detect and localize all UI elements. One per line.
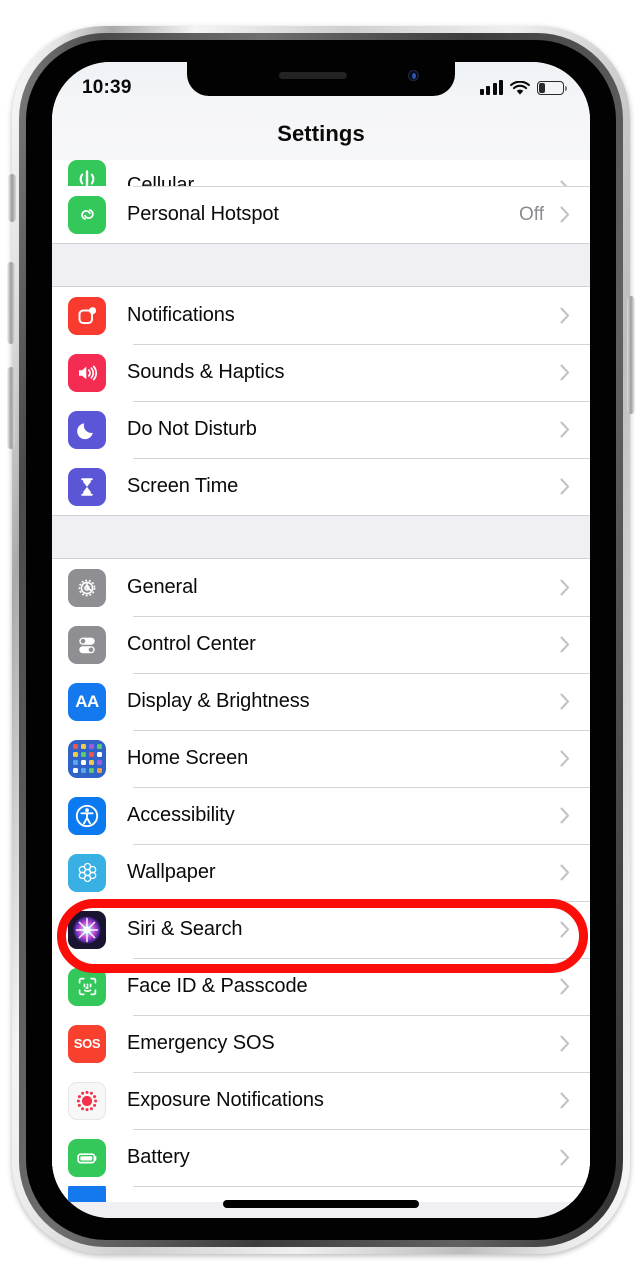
front-camera-icon — [408, 70, 419, 81]
aa-text-size-icon: AA — [68, 682, 106, 721]
chevron-right-icon — [554, 307, 576, 324]
settings-group-alerts: Notifications Sounds & Haptics Do Not Di… — [52, 287, 590, 515]
cellular-bars-icon — [479, 80, 503, 95]
settings-row-value: Off — [519, 203, 544, 225]
screenshot-root: 10:39 Settings Cellular Personal Hotspot… — [0, 0, 642, 1274]
toggles-icon — [68, 625, 106, 664]
chevron-right-icon — [554, 750, 576, 767]
settings-row-label: Exposure Notifications — [127, 1089, 324, 1111]
settings-row-label: Display & Brightness — [127, 690, 310, 712]
chevron-right-icon — [554, 921, 576, 938]
settings-row-label: Accessibility — [127, 804, 235, 826]
display-notch — [187, 62, 455, 96]
settings-row-notifications[interactable]: Notifications — [52, 287, 590, 344]
settings-row-home-screen[interactable]: Home Screen — [52, 730, 590, 787]
settings-list[interactable]: Cellular Personal Hotspot Off Notificati… — [52, 160, 590, 1218]
power-side-button[interactable] — [627, 296, 635, 414]
settings-row-screen-time[interactable]: Screen Time — [52, 458, 590, 515]
chevron-right-icon — [554, 978, 576, 995]
chevron-right-icon — [554, 1092, 576, 1109]
settings-row-sounds-haptics[interactable]: Sounds & Haptics — [52, 344, 590, 401]
settings-group-connectivity: Cellular Personal Hotspot Off — [52, 160, 590, 243]
settings-row-cellular[interactable]: Cellular — [52, 160, 590, 186]
accessibility-person-icon — [68, 796, 106, 835]
settings-row-label: Emergency SOS — [127, 1032, 275, 1054]
group-separator — [52, 515, 590, 559]
page-title: Settings — [277, 121, 365, 146]
settings-row-label: Control Center — [127, 633, 256, 655]
settings-row-label: Battery — [127, 1146, 190, 1168]
settings-row-control-center[interactable]: Control Center — [52, 616, 590, 673]
wifi-icon — [510, 80, 530, 95]
chevron-right-icon — [554, 807, 576, 824]
settings-group-system: General Control Center AA Display & Brig… — [52, 559, 590, 1202]
chevron-right-icon — [554, 1149, 576, 1166]
settings-row-face-id-passcode[interactable]: Face ID & Passcode — [52, 958, 590, 1015]
privacy-hand-icon — [68, 1186, 106, 1202]
settings-row-label: Cellular — [127, 174, 195, 186]
battery-icon — [537, 81, 567, 95]
chevron-right-icon — [554, 421, 576, 438]
earpiece-speaker — [278, 72, 347, 79]
settings-row-siri-search[interactable]: Siri & Search — [52, 901, 590, 958]
group-separator — [52, 243, 590, 287]
chevron-right-icon — [554, 864, 576, 881]
phone-screen: 10:39 Settings Cellular Personal Hotspot… — [52, 62, 590, 1218]
sos-glyph: SOS — [73, 1036, 101, 1051]
settings-row-do-not-disturb[interactable]: Do Not Disturb — [52, 401, 590, 458]
settings-row-emergency-sos[interactable]: SOS Emergency SOS — [52, 1015, 590, 1072]
navigation-bar: Settings — [52, 108, 590, 160]
settings-row-label: Face ID & Passcode — [127, 975, 308, 997]
chevron-right-icon — [554, 1035, 576, 1052]
chevron-right-icon — [554, 478, 576, 495]
settings-row-accessibility[interactable]: Accessibility — [52, 787, 590, 844]
chevron-right-icon — [554, 579, 576, 596]
sos-icon: SOS — [68, 1024, 106, 1063]
settings-row-label: Sounds & Haptics — [127, 361, 285, 383]
home-screen-grid-icon — [68, 739, 106, 778]
wallpaper-flower-icon — [68, 853, 106, 892]
settings-row-label: Personal Hotspot — [127, 203, 279, 225]
settings-row-exposure-notifications[interactable]: Exposure Notifications — [52, 1072, 590, 1129]
settings-row-label: Screen Time — [127, 475, 239, 497]
settings-row-label: Home Screen — [127, 747, 249, 769]
notifications-badge-icon — [68, 296, 106, 335]
hotspot-link-icon — [68, 195, 106, 234]
settings-row-wallpaper[interactable]: Wallpaper — [52, 844, 590, 901]
chevron-right-icon — [554, 693, 576, 710]
status-bar-clock: 10:39 — [82, 77, 132, 98]
exposure-notifications-icon — [68, 1081, 106, 1120]
status-bar-indicators — [479, 80, 567, 96]
siri-orb-icon — [68, 910, 106, 949]
settings-row-label: Notifications — [127, 304, 235, 326]
settings-row-personal-hotspot[interactable]: Personal Hotspot Off — [52, 186, 590, 243]
settings-row-display-brightness[interactable]: AA Display & Brightness — [52, 673, 590, 730]
gear-icon — [68, 568, 106, 607]
settings-row-label: General — [127, 576, 198, 598]
cellular-antenna-icon — [68, 160, 106, 186]
crescent-moon-icon — [68, 410, 106, 449]
settings-row-general[interactable]: General — [52, 559, 590, 616]
hourglass-icon — [68, 467, 106, 506]
volume-down-button[interactable] — [7, 367, 15, 449]
mute-switch-button[interactable] — [8, 174, 16, 222]
chevron-right-icon — [554, 636, 576, 653]
speaker-waves-icon — [68, 353, 106, 392]
home-indicator[interactable] — [223, 1200, 419, 1208]
battery-green-icon — [68, 1138, 106, 1177]
chevron-right-icon — [554, 364, 576, 381]
settings-row-battery[interactable]: Battery — [52, 1129, 590, 1186]
chevron-right-icon — [554, 206, 576, 223]
settings-row-label: Do Not Disturb — [127, 418, 257, 440]
volume-up-button[interactable] — [7, 262, 15, 344]
face-id-icon — [68, 967, 106, 1006]
aa-glyph: AA — [75, 691, 99, 711]
settings-row-label: Siri & Search — [127, 918, 243, 940]
settings-row-label: Wallpaper — [127, 861, 216, 883]
